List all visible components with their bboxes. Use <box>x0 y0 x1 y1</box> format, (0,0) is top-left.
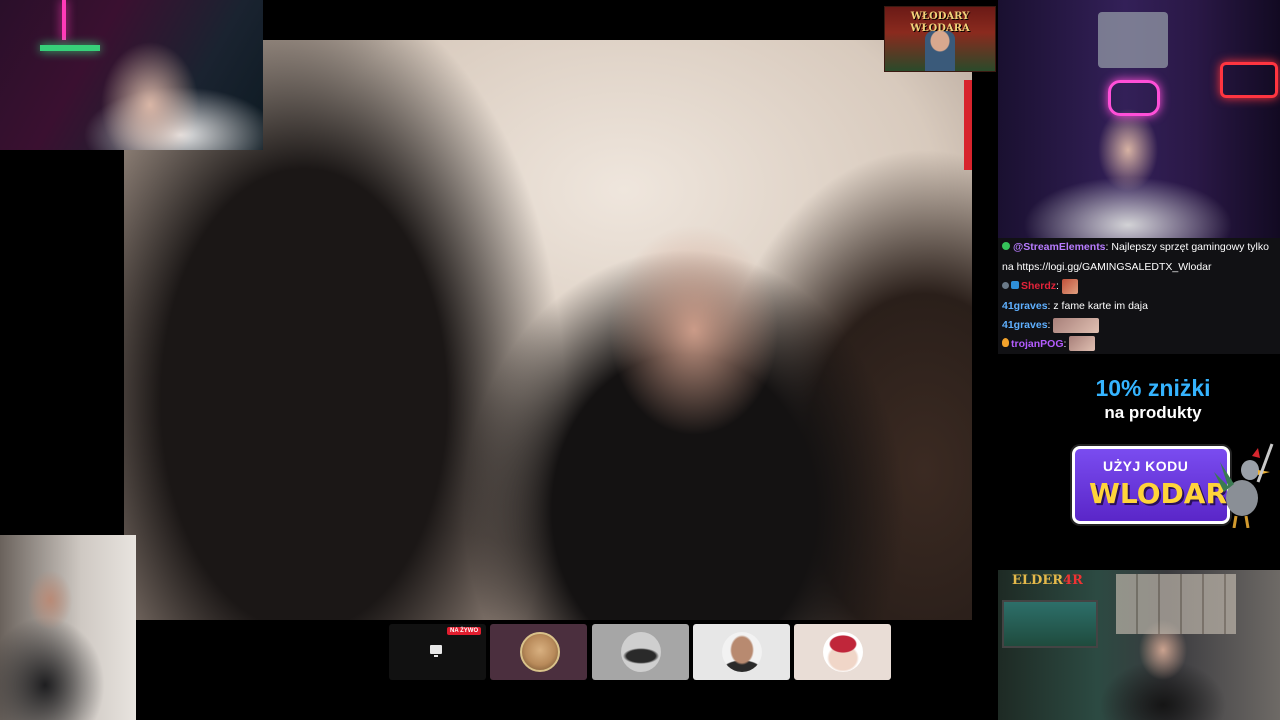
chat-username[interactable]: 41graves <box>1002 300 1048 312</box>
flame-icon <box>1002 337 1009 347</box>
avatar <box>823 632 863 672</box>
avatar <box>520 632 560 672</box>
chat-colon: : <box>1056 280 1059 292</box>
participant-tile-screenshare[interactable]: NA ŻYWO <box>389 624 486 680</box>
emote-icon <box>1053 317 1100 333</box>
promo-code-label: UŻYJ KODU <box>1103 458 1189 474</box>
chat-username[interactable]: Sherdz <box>1021 280 1056 292</box>
emote-icon <box>1061 278 1078 294</box>
chat-message: trojanPOG: <box>998 335 1280 355</box>
aquarium <box>1002 600 1098 648</box>
check-icon <box>1002 242 1010 250</box>
neon-sign <box>1220 62 1278 98</box>
participant-bar: NA ŻYWO <box>389 624 893 680</box>
webcam-bottom-left <box>0 535 136 720</box>
webcam-logo-text-accent: 4R <box>1063 573 1083 588</box>
channel-badge: WŁODARY WŁODARA <box>884 6 996 72</box>
promo-discount: 10% zniżki <box>1095 375 1211 401</box>
chat-message: Sherdz: <box>998 277 1280 297</box>
chat-username[interactable]: @StreamElements <box>1013 241 1106 253</box>
promo-code-box: UŻYJ KODU WLODAR <box>1072 446 1230 524</box>
chat-text: Najlepszy sprzęt gamingowy tylko <box>1111 241 1269 253</box>
avatar <box>621 632 661 672</box>
participant-tile[interactable] <box>794 624 891 680</box>
badge-icon <box>1002 282 1009 289</box>
chat-colon: : <box>1063 337 1067 350</box>
chat-message: 41graves: z fame karte im daja <box>998 297 1280 317</box>
shield-icon <box>1011 281 1019 289</box>
chat-message-continuation: na https://logi.gg/GAMINGSALEDTX_Wlodar <box>998 258 1280 278</box>
neon-light <box>62 0 66 40</box>
chat-message: 41graves: <box>998 316 1280 336</box>
monitor-icon <box>430 645 442 657</box>
wall-record-frame <box>1098 12 1168 68</box>
chat-colon: : <box>1047 319 1051 331</box>
chat-panel: @StreamElements: Najlepszy sprzęt gaming… <box>998 238 1280 354</box>
chat-text: z fame karte im daja <box>1053 299 1148 312</box>
webcam-bottom-right <box>998 570 1280 720</box>
webcam-top-right <box>998 0 1280 238</box>
live-badge: NA ŻYWO <box>447 627 482 635</box>
chat-username[interactable]: trojanPOG <box>1011 338 1064 350</box>
badge-line1: WŁODARY <box>910 11 970 22</box>
webcam-logo: ELDER4R <box>1012 573 1083 588</box>
participant-tile[interactable] <box>592 624 689 680</box>
chat-message: @StreamElements: Najlepszy sprzęt gaming… <box>998 238 1280 258</box>
shelf <box>1116 574 1236 634</box>
webcam-logo-text: ELDER <box>1012 573 1064 588</box>
participant-tile[interactable] <box>490 624 587 680</box>
rooster-icon <box>1214 443 1274 528</box>
badge-figure-icon <box>925 31 955 71</box>
video-edge-accent <box>964 80 972 170</box>
chat-link[interactable]: na https://logi.gg/GAMINGSALEDTX_Wlodar <box>1002 261 1212 273</box>
emote-icon <box>1069 336 1096 352</box>
webcam-top-left <box>0 0 263 150</box>
neon-sign <box>1108 80 1160 116</box>
chat-username[interactable]: 41graves <box>1002 319 1048 331</box>
participant-tile[interactable] <box>693 624 790 680</box>
promo-code-value: WLODAR <box>1089 477 1228 510</box>
promo-text: 10% zniżki na produkty <box>1072 374 1234 424</box>
promo-subtitle: na produkty <box>1104 403 1202 422</box>
neon-light <box>40 45 100 51</box>
avatar <box>722 632 762 672</box>
